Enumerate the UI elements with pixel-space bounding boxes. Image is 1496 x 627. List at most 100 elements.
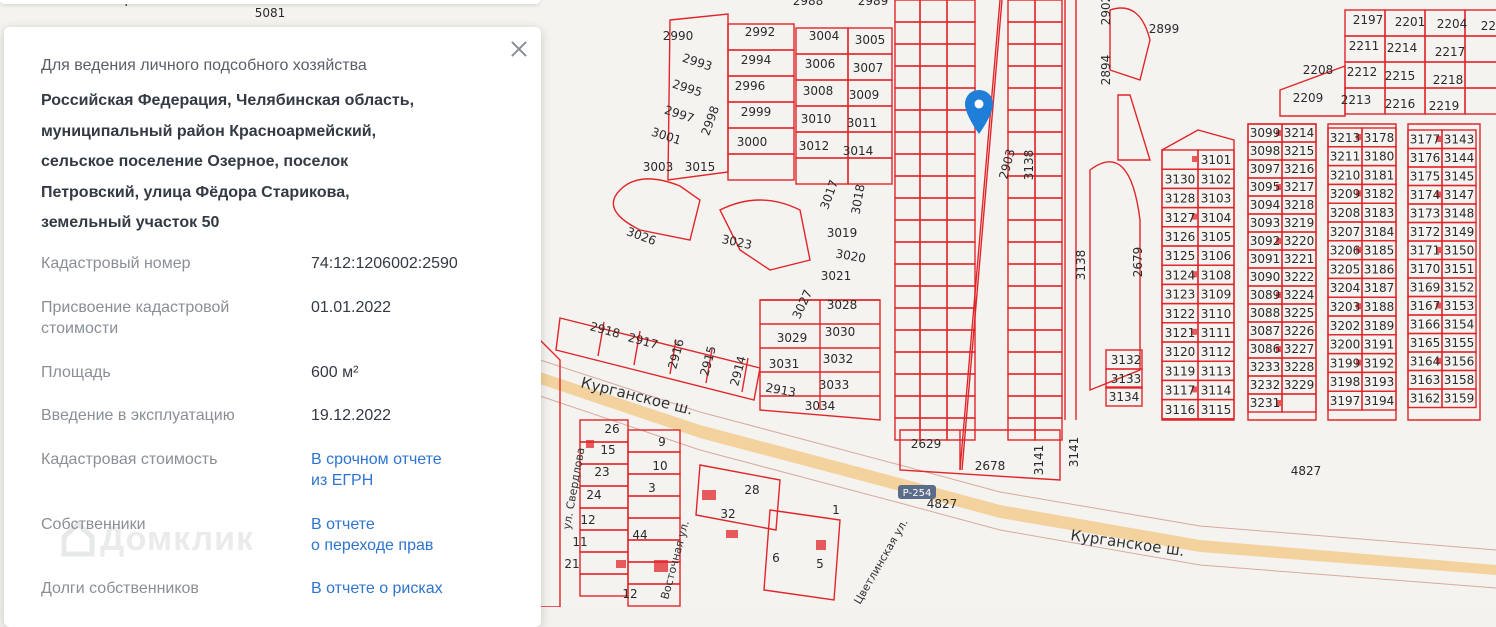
plot-number: 3006 (805, 57, 836, 71)
plot-number: 3220 (1284, 234, 1315, 248)
plot-number: 10 (652, 459, 667, 473)
plot-number: 3204 (1330, 281, 1361, 295)
plot-number: 3128 (1165, 192, 1196, 206)
plot-number: 3149 (1444, 225, 1475, 239)
plot-number: 3030 (825, 325, 856, 339)
plot-number: 3163 (1410, 373, 1441, 387)
plot-number: 3217 (1284, 180, 1315, 194)
plot-number: 3029 (777, 331, 808, 345)
plot-number: 3159 (1444, 392, 1475, 406)
plot-number: 3145 (1444, 170, 1475, 184)
plot-number: 3207 (1330, 225, 1361, 239)
plot-number: 2216 (1385, 97, 1416, 111)
plot-number: 5 (816, 557, 824, 571)
plot-number: 3205 (1330, 262, 1361, 276)
plot-number: 3095 (1250, 180, 1281, 194)
plot-number: 23 (594, 465, 609, 479)
plot-number: 3171 (1410, 244, 1441, 258)
plot-number: 3032 (823, 352, 854, 366)
plot-number: 3164 (1410, 355, 1441, 369)
plot-number: 3130 (1165, 172, 1196, 186)
plot-category: Для ведения личного подсобного хозяйства (41, 57, 367, 74)
plot-number: 3193 (1364, 375, 1395, 389)
plot-number: 3225 (1284, 306, 1315, 320)
plot-number: 3221 (1284, 252, 1315, 266)
plot-number: 3232 (1250, 378, 1281, 392)
plot-number: 2678 (975, 459, 1006, 473)
plot-number: 3021 (821, 269, 852, 283)
plot-number: 3134 (1109, 390, 1140, 404)
plot-number: 3184 (1364, 225, 1395, 239)
plot-number: 3103 (1201, 192, 1232, 206)
plot-number: 3222 (1284, 270, 1315, 284)
plot-number: 3123 (1165, 288, 1196, 302)
plot-number: 3175 (1410, 170, 1441, 184)
plot-number: 3014 (843, 144, 874, 158)
plot-number: 3101 (1201, 153, 1232, 167)
building-block (816, 540, 826, 550)
plot-number: 3086 (1250, 342, 1281, 356)
plot-number: 3189 (1364, 319, 1395, 333)
plot-number: 2205 (1481, 19, 1496, 33)
building-block (1192, 156, 1197, 162)
row-label: Кадастровый номер (41, 255, 191, 272)
plot-number: 3213 (1330, 131, 1361, 145)
plot-number: 3087 (1250, 324, 1281, 338)
plot-number: 3224 (1284, 288, 1315, 302)
plot-number: 2213 (1341, 93, 1372, 107)
row-label: Введение в эксплуатацию (41, 407, 235, 424)
plot-number: 3185 (1364, 244, 1395, 258)
plot-number: 2679 (1131, 247, 1145, 278)
plot-address: Российская Федерация, Челябинская област… (41, 86, 491, 239)
plot-number: 3109 (1201, 288, 1232, 302)
plot-number: 3031 (769, 357, 800, 371)
building-block (616, 560, 626, 568)
ownership-report-link[interactable]: В отчете о переходе прав (311, 514, 511, 556)
plot-number: 3180 (1364, 150, 1395, 164)
plot-number: 3177 (1410, 133, 1441, 147)
plot-number: 3033 (819, 378, 850, 392)
plot-number: 21 (564, 557, 579, 571)
plot-number: 3132 (1111, 353, 1142, 367)
plot-number: 3176 (1410, 151, 1441, 165)
building-block (702, 490, 716, 500)
plot-number: 6 (772, 551, 780, 565)
plot-number: 3227 (1284, 342, 1315, 356)
plot-number: 3098 (1250, 144, 1281, 158)
plot-number: 3099 (1250, 126, 1281, 140)
plot-number: 2899 (1149, 22, 1180, 36)
plot-number: 2988 (793, 0, 824, 8)
plot-number: 3102 (1201, 172, 1232, 186)
plot-number: 3181 (1364, 168, 1395, 182)
plot-number: 3133 (1111, 372, 1142, 386)
plot-number: 2219 (1429, 99, 1460, 113)
risk-report-link[interactable]: В отчете о рисках (311, 578, 511, 599)
svg-text:Р-254: Р-254 (903, 488, 932, 499)
plot-number: 3126 (1165, 230, 1196, 244)
plot-number: 3198 (1330, 375, 1361, 389)
plot-number: 3106 (1201, 249, 1232, 263)
plot-number: 32 (720, 507, 735, 521)
plot-number: 2215 (1385, 69, 1416, 83)
plot-number: 3108 (1201, 268, 1232, 282)
egrn-report-link[interactable]: В срочном отчете из ЕГРН (311, 449, 511, 491)
plot-number: 3187 (1364, 281, 1395, 295)
top-panel-edge (0, 0, 540, 4)
plot-number: 3194 (1364, 394, 1395, 408)
plot-number: 3226 (1284, 324, 1315, 338)
plot-number: 3233 (1250, 360, 1281, 374)
plot-number: 3094 (1250, 198, 1281, 212)
plot-number: 3111 (1201, 326, 1232, 340)
plot-number: 3088 (1250, 306, 1281, 320)
plot-number: 3120 (1165, 345, 1196, 359)
plot-number: 3119 (1165, 364, 1196, 378)
address-line: Российская Федерация, Челябинская област… (41, 92, 415, 109)
plot-number: 3202 (1330, 319, 1361, 333)
plot-number: 3141 (1032, 445, 1046, 476)
plot-number: 4827 (927, 497, 958, 511)
close-icon[interactable] (509, 39, 529, 59)
row-label: Площадь (41, 364, 111, 381)
building-block (726, 530, 738, 538)
location-pin-icon[interactable] (962, 88, 996, 136)
plot-number: 3210 (1330, 168, 1361, 182)
